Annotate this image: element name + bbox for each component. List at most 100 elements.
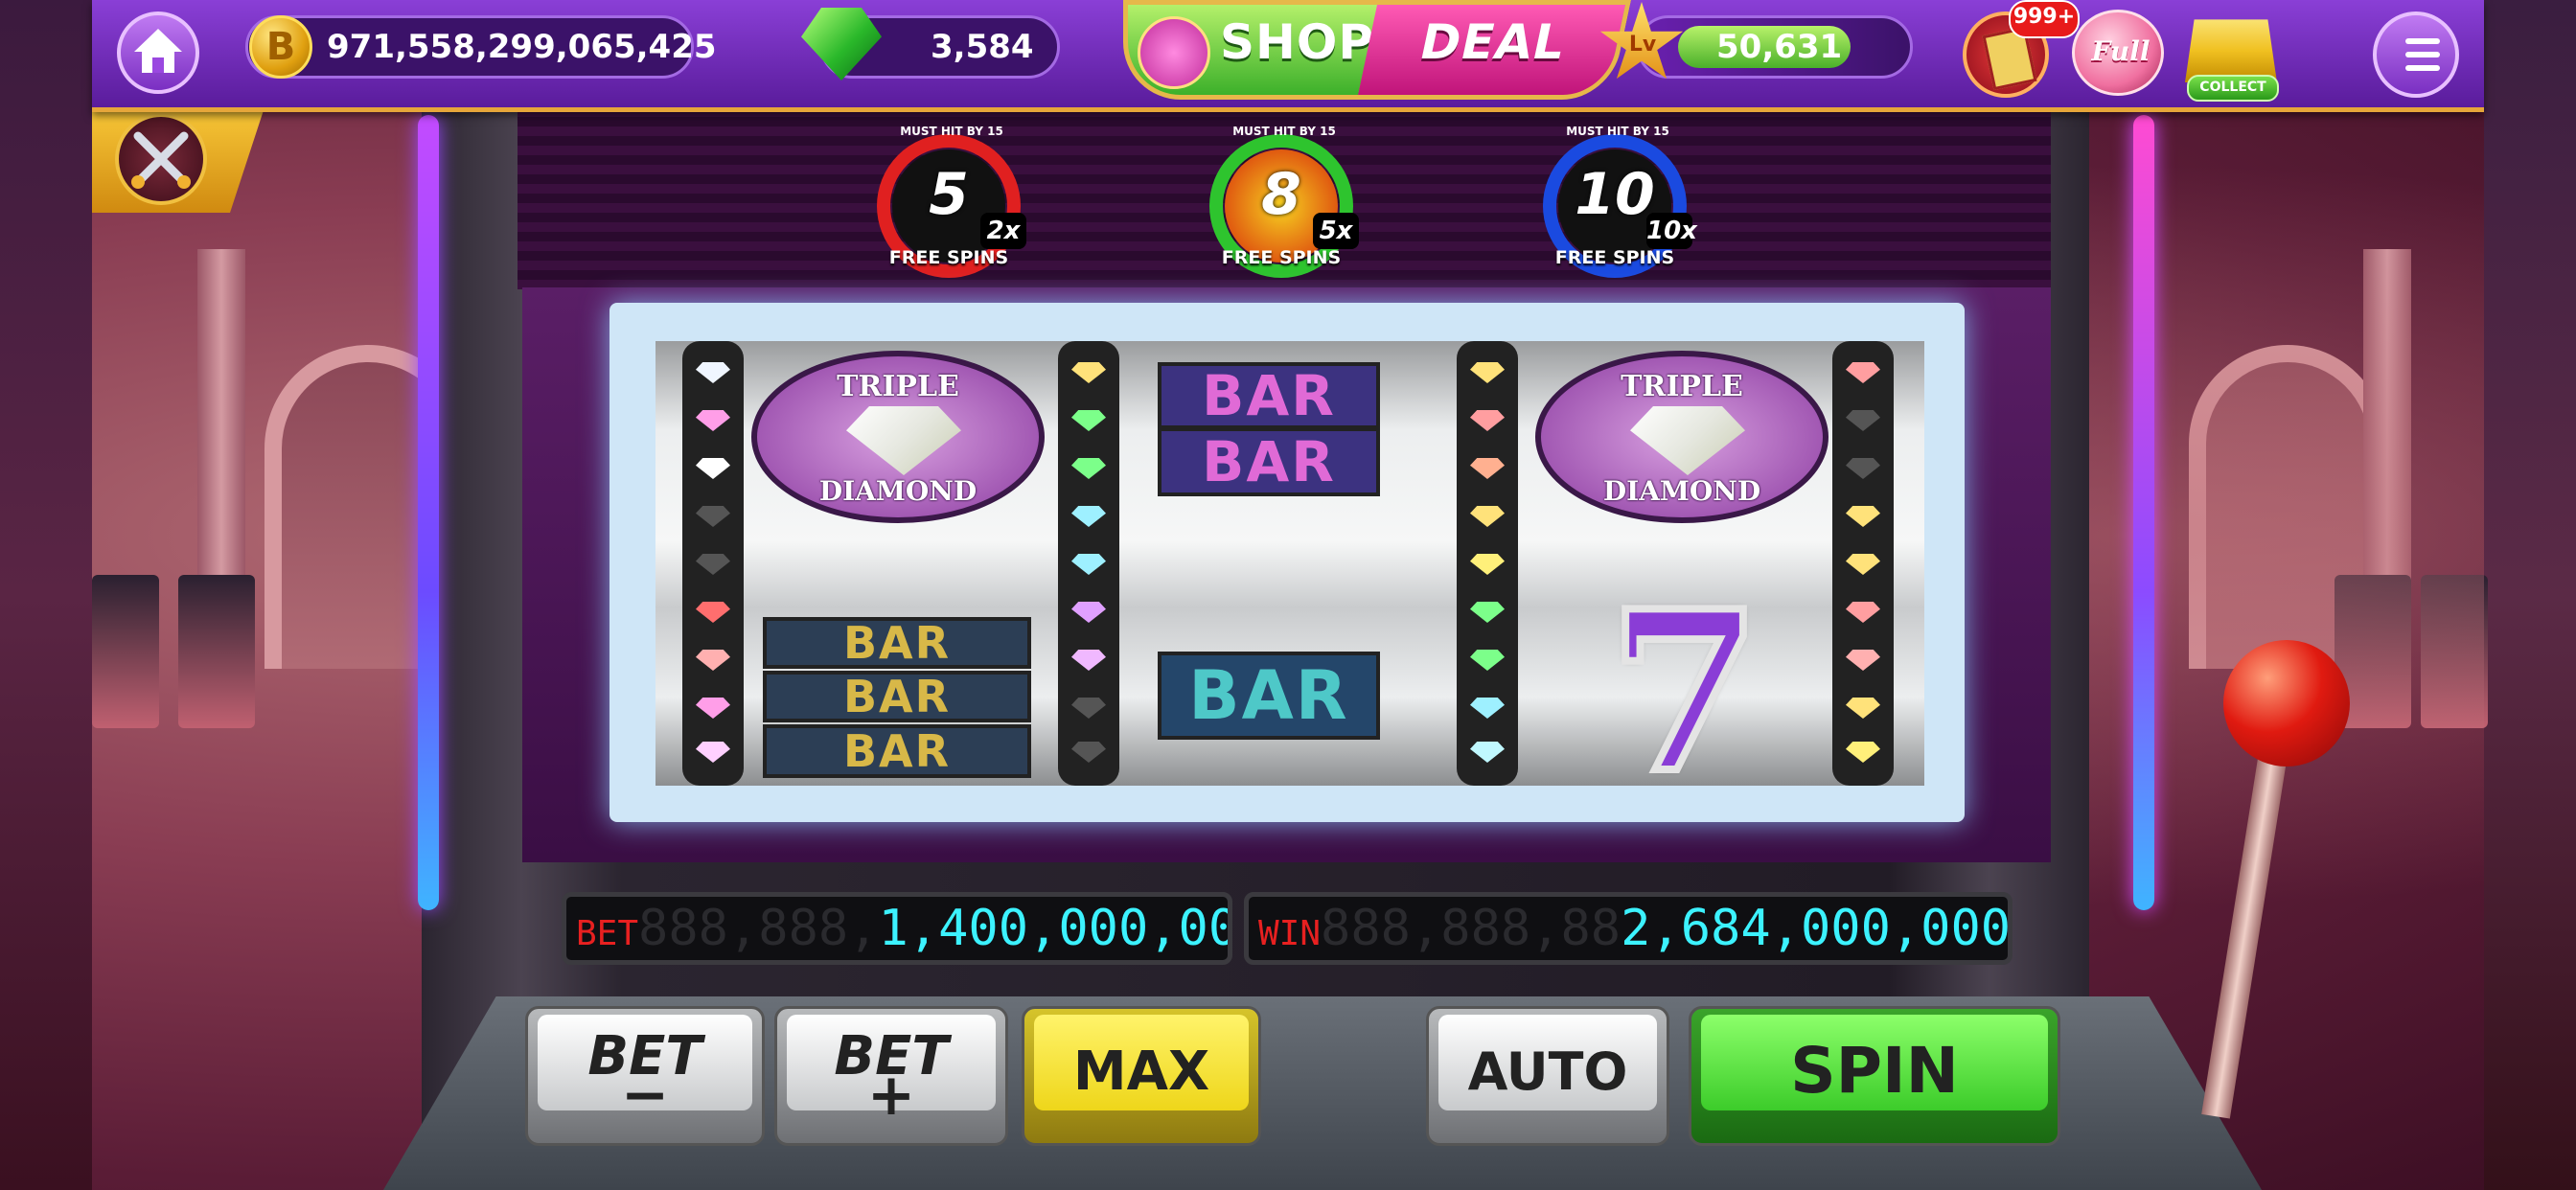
symbol-text-bottom: DIAMOND [818, 475, 978, 507]
bg-slot-machine [178, 575, 255, 728]
gem-light [1846, 742, 1880, 763]
shop-label: SHOP [1220, 14, 1375, 70]
right-gem-strip [1832, 341, 1894, 786]
bet-amount: 1,400,000,000,000 [878, 900, 1232, 957]
gem-light [1071, 458, 1106, 479]
left-gem-strip [682, 341, 744, 786]
bet-plus-button[interactable]: BET + [774, 1006, 1008, 1146]
bar-symbol: BAR [1158, 652, 1380, 740]
gem-light [1846, 650, 1880, 671]
gem-light [1071, 506, 1106, 527]
free-spins-caption: FREE SPINS [888, 247, 1009, 268]
gem-light [1071, 698, 1106, 719]
menu-line [2405, 38, 2440, 44]
collect-button[interactable]: COLLECT [2187, 75, 2279, 102]
gem-light [1470, 742, 1505, 763]
bg-slot-machine [92, 575, 159, 728]
menu-button[interactable] [2373, 11, 2459, 98]
win-meter-label: WIN [1258, 914, 1322, 953]
gem-light [1470, 650, 1505, 671]
coin-balance[interactable]: 971,558,299,065,425 [245, 15, 717, 79]
plus-icon: + [866, 1062, 916, 1129]
coin-icon: B [249, 15, 312, 79]
top-bar: 971,558,299,065,425 B 3,584 SHOP DEAL 50… [92, 0, 2484, 112]
gem-light [696, 554, 730, 575]
gem-light [696, 362, 730, 383]
gift-icon [1138, 16, 1210, 89]
minus-icon: − [620, 1062, 670, 1129]
gem-light [1470, 410, 1505, 431]
free-spins-badge-10[interactable]: MUST HIT BY 15 10 10x FREE SPINS [1533, 125, 1697, 287]
free-spins-caption: FREE SPINS [1554, 247, 1675, 268]
menu-line [2405, 65, 2440, 71]
gem-light [1071, 602, 1106, 623]
triple-diamond-symbol: TRIPLE DIAMOND [751, 351, 1045, 523]
gem-light [696, 458, 730, 479]
shop-deal-panel: SHOP DEAL [1123, 0, 1631, 103]
collect-chest-icon[interactable] [2185, 19, 2277, 82]
triple-diamond-symbol: TRIPLE DIAMOND [1535, 351, 1828, 523]
bar-symbol: BAR [763, 671, 1031, 722]
left-letterbox [0, 0, 92, 1190]
gem-light [1071, 742, 1106, 763]
menu-line [2405, 52, 2440, 57]
free-spins-badge-5[interactable]: MUST HIT BY 15 5 2x FREE SPINS [867, 125, 1030, 287]
gem-light [1470, 458, 1505, 479]
badge-top-text: MUST HIT BY 15 [1566, 125, 1669, 138]
gem-light [696, 410, 730, 431]
coin-amount: 971,558,299,065,425 [327, 28, 717, 66]
deal-button[interactable]: DEAL [1356, 0, 1631, 100]
lever-knob[interactable] [2223, 640, 2350, 767]
game-screen: MUST HIT BY 15 5 2x FREE SPINS MUST HIT … [0, 0, 2576, 1190]
free-spins-badge-8[interactable]: MUST HIT BY 15 8 5x FREE SPINS [1200, 125, 1363, 287]
badge-top-text: MUST HIT BY 15 [1232, 125, 1336, 138]
level-badge: Lv [1628, 33, 1657, 57]
center-left-gem-strip [1058, 341, 1119, 786]
button-label: SPIN [1790, 1034, 1959, 1108]
button-label: MAX [1072, 1041, 1210, 1103]
gem-light [1470, 602, 1505, 623]
gem-amount: 3,584 [931, 28, 1034, 66]
gem-light [1071, 554, 1106, 575]
right-arch [2189, 345, 2386, 669]
gem-light [1846, 410, 1880, 431]
gem-light [1071, 650, 1106, 671]
home-button[interactable] [117, 11, 199, 94]
auto-spin-button[interactable]: AUTO [1426, 1006, 1669, 1146]
symbol-text-top: TRIPLE [1621, 370, 1743, 403]
bg-slot-machine [2421, 575, 2488, 728]
bar-symbol: BAR [1158, 427, 1380, 496]
gem-light [696, 602, 730, 623]
right-neon-tube [2133, 115, 2154, 910]
home-icon [134, 29, 182, 73]
diamond-icon [1630, 406, 1745, 475]
gem-light [1071, 362, 1106, 383]
bet-minus-button[interactable]: BET − [525, 1006, 765, 1146]
piggy-bank-button[interactable]: Full [2072, 10, 2164, 96]
win-meter: WIN888,888,882,684,000,000,000 [1244, 892, 2012, 965]
gem-light [1470, 362, 1505, 383]
gem-light [1846, 458, 1880, 479]
crossed-swords-icon[interactable] [115, 113, 207, 205]
gem-light [1071, 410, 1106, 431]
pays-multiplier: 2x [980, 213, 1026, 249]
gem-light [1470, 554, 1505, 575]
seven-symbol: 7 [1604, 563, 1765, 822]
free-spins-caption: FREE SPINS [1221, 247, 1342, 268]
bet-meter-ghost-digits: 888,888, [638, 900, 879, 957]
spin-button[interactable]: SPIN [1689, 1006, 2060, 1146]
button-label: AUTO [1467, 1041, 1628, 1102]
shop-button[interactable]: SHOP [1123, 0, 1382, 100]
symbol-text-top: TRIPLE [837, 370, 959, 403]
max-bet-button[interactable]: MAX [1022, 1006, 1261, 1146]
bar-symbol: BAR [763, 617, 1031, 669]
gem-light [1846, 362, 1880, 383]
left-pillar [197, 249, 245, 671]
bar-symbol: BAR [763, 724, 1031, 778]
gem-light [1846, 554, 1880, 575]
center-right-gem-strip [1457, 341, 1518, 786]
pays-multiplier: 10x [1646, 213, 1697, 249]
level-progress[interactable]: 50,631 [1637, 15, 1913, 79]
gem-light [696, 650, 730, 671]
right-pillar [2363, 249, 2411, 671]
